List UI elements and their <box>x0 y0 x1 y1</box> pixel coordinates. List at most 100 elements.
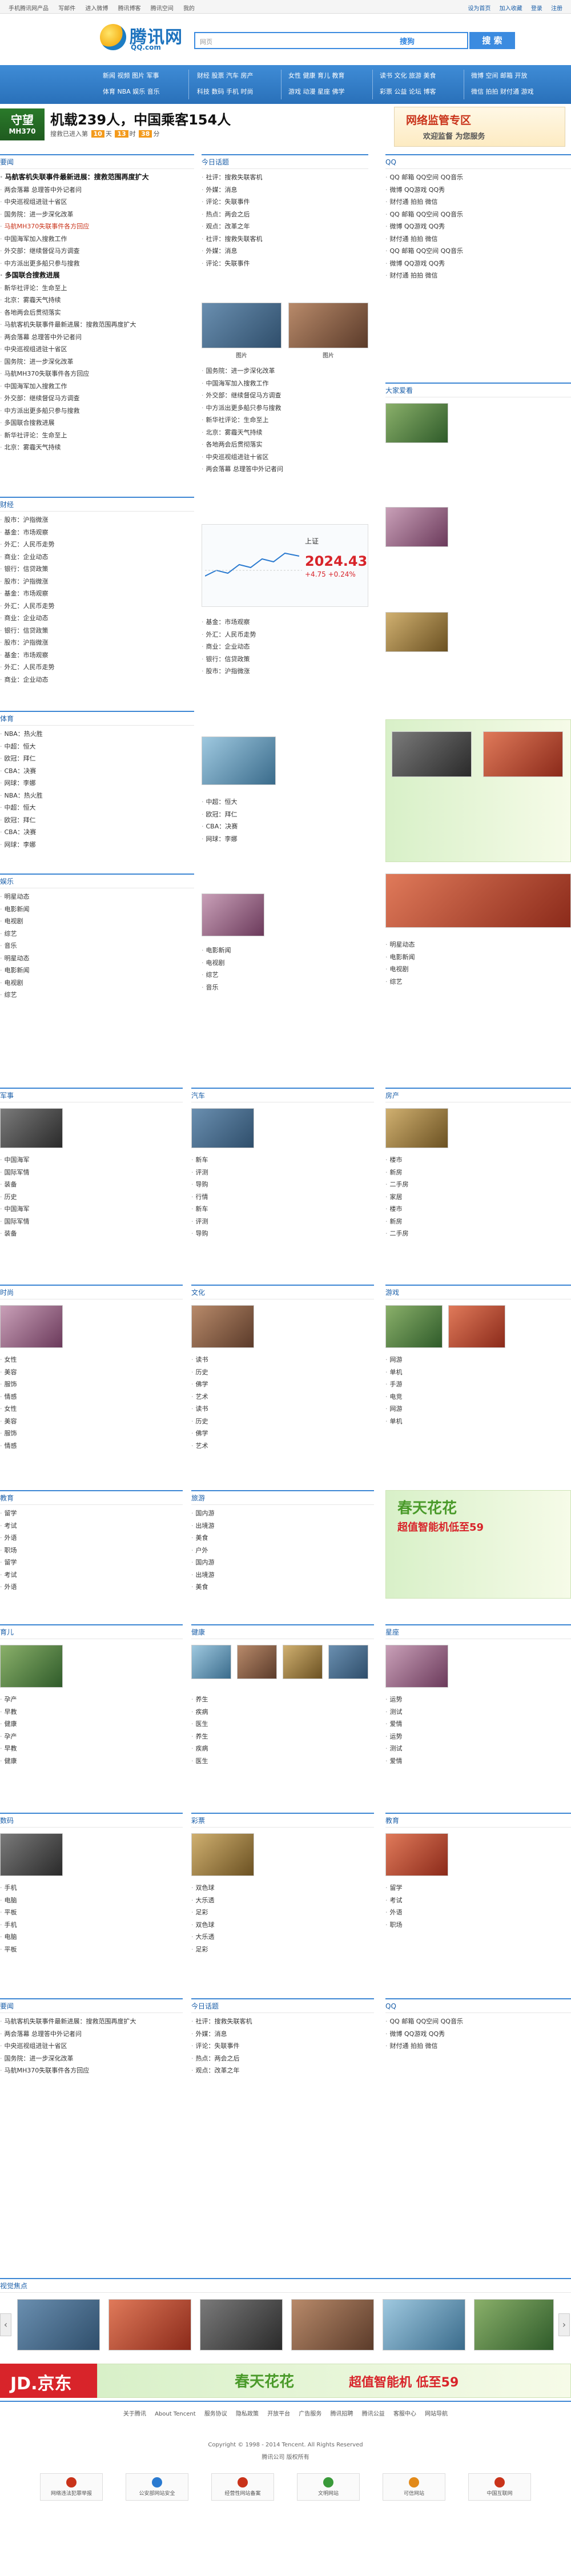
list-item[interactable]: 综艺 <box>202 969 368 981</box>
list-item[interactable]: 双色球 <box>191 1882 374 1894</box>
nav-row[interactable]: 体育 NBA 娱乐 音乐 <box>103 84 160 100</box>
list-item[interactable]: 测试 <box>385 1742 571 1755</box>
nav-row[interactable]: 微信 拍拍 财付通 游戏 <box>471 84 534 100</box>
sports-photo[interactable] <box>202 736 276 785</box>
site-logo[interactable]: 腾讯网 QQ.com <box>100 22 186 56</box>
jd-banner[interactable]: JD.京东 <box>0 2364 97 2398</box>
list-item[interactable]: 明星动态 <box>0 952 194 965</box>
footer-link[interactable]: 腾讯公益 <box>362 2411 385 2417</box>
section-header[interactable]: 时尚 <box>0 1286 183 1299</box>
list-item[interactable]: 运势 <box>385 1693 571 1706</box>
top-link[interactable]: 腾讯博客 <box>118 6 141 12</box>
section-header[interactable]: 游戏 <box>385 1286 571 1299</box>
list-item[interactable]: 美容 <box>0 1415 183 1428</box>
list-item[interactable]: 出境游 <box>191 1569 374 1581</box>
register-link[interactable]: 注册 <box>551 6 562 12</box>
list-item[interactable]: 评测 <box>191 1166 374 1179</box>
list-item[interactable]: 国务院：进一步深化改革 <box>202 365 368 377</box>
list-item[interactable]: 疾病 <box>191 1706 374 1718</box>
list-item[interactable]: 行情 <box>191 1191 374 1204</box>
section-header[interactable]: 教育 <box>0 1491 183 1505</box>
list-item[interactable]: 电视剧 <box>385 963 571 976</box>
list-item[interactable]: 新华社评论：生命至上 <box>202 414 368 426</box>
list-item[interactable]: 外语 <box>0 1532 183 1544</box>
list-item[interactable]: 服饰 <box>0 1427 183 1440</box>
trust-badge[interactable]: 可信网站 <box>383 2473 445 2501</box>
footer-link[interactable]: 服务协议 <box>204 2411 227 2417</box>
breaking-headline[interactable]: 机载239人，中国乘客154人 <box>50 108 231 128</box>
list-item[interactable]: 基金：市场观察 <box>0 649 194 662</box>
trust-badge[interactable]: 中国互联网 <box>468 2473 531 2501</box>
list-item[interactable]: 马航客机失联事件最新进展：搜救范围再度扩大 <box>0 319 194 331</box>
trust-badge[interactable]: 文明网站 <box>297 2473 360 2501</box>
list-item[interactable]: 外汇：人民币走势 <box>0 538 194 551</box>
list-item[interactable]: 财付通 拍拍 微信 <box>385 2040 571 2052</box>
list-item[interactable]: 美容 <box>0 1366 183 1379</box>
list-item[interactable]: 各地两会后贯彻落实 <box>0 307 194 319</box>
section-header[interactable]: 今日话题 <box>202 155 368 169</box>
list-item[interactable]: NBA：热火胜 <box>0 790 194 802</box>
list-item[interactable]: 北京：雾霾天气持续 <box>202 426 368 439</box>
top-link[interactable]: 手机腾讯网产品 <box>9 6 49 12</box>
list-item[interactable]: 美食 <box>191 1532 374 1544</box>
carousel-prev-icon[interactable]: ‹ <box>0 2313 11 2336</box>
list-item[interactable]: 外汇：人民币走势 <box>0 661 194 674</box>
section-header[interactable]: 教育 <box>385 1814 571 1828</box>
top-link[interactable]: 写邮件 <box>58 6 75 12</box>
list-item[interactable]: 情感 <box>0 1440 183 1452</box>
list-item[interactable]: 网球：李娜 <box>202 833 368 846</box>
list-item[interactable]: 网游 <box>385 1403 571 1415</box>
list-item[interactable]: 新华社评论：生命至上 <box>0 282 194 295</box>
list-item[interactable]: 外媒：消息 <box>202 184 368 196</box>
list-item[interactable]: 外媒：消息 <box>202 245 368 257</box>
mil-photo[interactable] <box>0 1108 63 1148</box>
list-item[interactable]: 双色球 <box>191 1919 374 1931</box>
list-item[interactable]: 佛学 <box>191 1427 374 1440</box>
child-photo[interactable] <box>0 1645 63 1688</box>
carousel-photo[interactable] <box>17 2299 100 2350</box>
list-item[interactable]: 外交部：继续督促马方调查 <box>202 389 368 402</box>
list-item[interactable]: 国务院：进一步深化改革 <box>0 2052 183 2065</box>
list-item[interactable]: 国务院：进一步深化改革 <box>0 356 194 368</box>
top-link[interactable]: 进入微博 <box>85 6 108 12</box>
right-ad-banner[interactable] <box>385 719 571 862</box>
list-item[interactable]: 留学 <box>385 1882 571 1894</box>
list-item[interactable]: 女性 <box>0 1403 183 1415</box>
list-item[interactable]: 单机 <box>385 1415 571 1428</box>
list-item[interactable]: 网球：李娜 <box>0 839 194 851</box>
list-item[interactable]: 手机 <box>0 1882 183 1894</box>
list-item[interactable]: 综艺 <box>0 928 194 940</box>
list-item[interactable]: 明星动态 <box>0 891 194 903</box>
list-item[interactable]: 两会落幕 总理答中外记者问 <box>202 463 368 476</box>
carousel-photo[interactable] <box>291 2299 374 2350</box>
list-item[interactable]: 孕产 <box>0 1693 183 1706</box>
section-header[interactable]: 房产 <box>385 1089 571 1102</box>
list-item[interactable]: 热点：两会之后 <box>202 208 368 221</box>
list-item[interactable]: 中央巡视组进驻十省区 <box>202 451 368 464</box>
list-item[interactable]: 新华社评论：生命至上 <box>0 429 194 442</box>
list-item[interactable]: 女性 <box>0 1354 183 1366</box>
nav-group[interactable]: 读书 文化 旅游 美食 彩票 公益 论坛 博客 <box>380 68 436 100</box>
section-header[interactable]: 数码 <box>0 1814 183 1828</box>
footer-link[interactable]: About Tencent <box>155 2411 196 2417</box>
list-item[interactable]: 多国联合搜救进展 <box>0 417 194 429</box>
list-item[interactable]: 商业：企业动态 <box>0 612 194 625</box>
list-item[interactable]: 外交部：继续督促马方调查 <box>0 392 194 405</box>
trust-badge[interactable]: 网络违法犯罪举报 <box>40 2473 103 2501</box>
list-item[interactable]: 电竞 <box>385 1391 571 1403</box>
carousel-next-icon[interactable]: › <box>558 2313 570 2336</box>
list-item[interactable]: 微博 QQ游戏 QQ秀 <box>385 220 571 233</box>
list-item[interactable]: 历史 <box>191 1415 374 1428</box>
photo-caption[interactable]: 图片 <box>288 351 368 359</box>
list-item[interactable]: 职场 <box>0 1544 183 1557</box>
list-item[interactable]: 电视剧 <box>202 957 368 969</box>
list-item[interactable]: 马航客机失联事件最新进展：搜救范围再度扩大 <box>0 171 194 184</box>
popular-photo[interactable] <box>385 507 448 547</box>
search-button[interactable]: 搜 索 <box>469 32 515 49</box>
list-item[interactable]: QQ 邮箱 QQ空间 QQ音乐 <box>385 171 571 184</box>
list-item[interactable]: 健康 <box>0 1755 183 1768</box>
culture-photo[interactable] <box>191 1305 254 1348</box>
list-item[interactable]: 观点：改革之年 <box>191 2064 374 2077</box>
list-item[interactable]: 楼市 <box>385 1203 571 1215</box>
health-photo[interactable] <box>328 1645 368 1679</box>
